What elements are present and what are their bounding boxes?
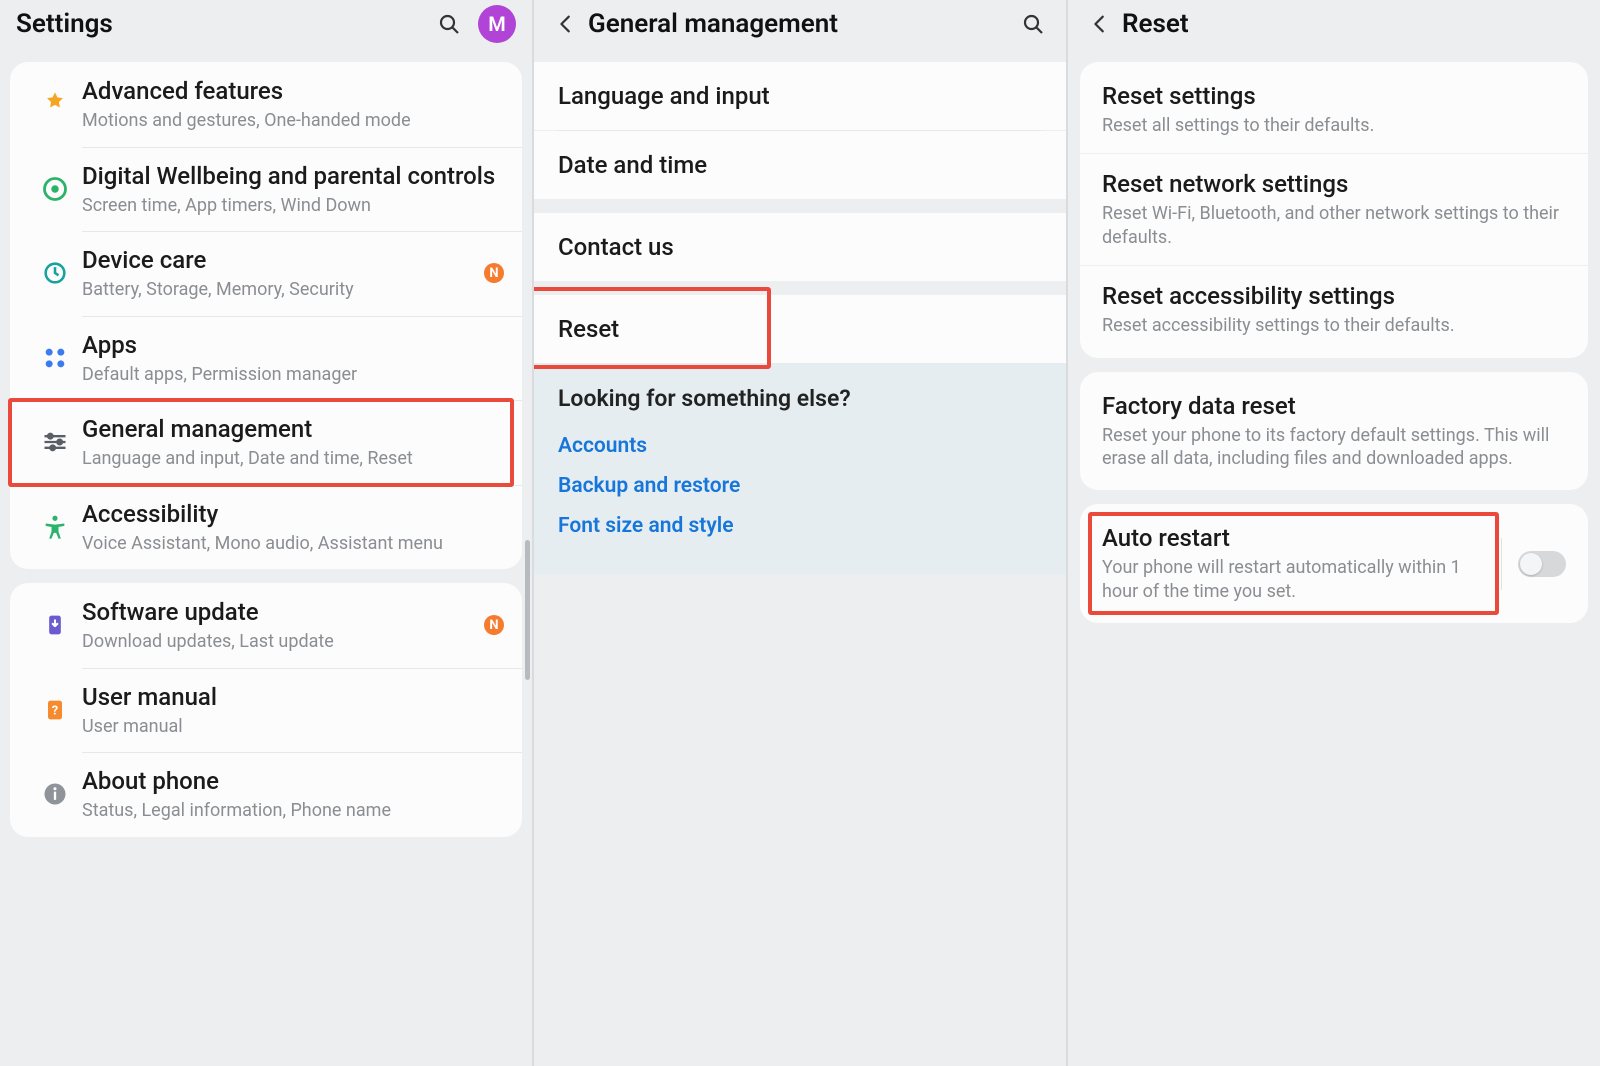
suggest-heading: Looking for something else?	[558, 385, 1042, 412]
reset-panel: Reset Reset settings Reset all settings t…	[1066, 0, 1600, 1066]
row-title: Reset accessibility settings	[1102, 282, 1566, 310]
back-icon[interactable]	[1084, 13, 1116, 35]
profile-avatar[interactable]: M	[478, 5, 516, 43]
row-subtitle: Download updates, Last update	[82, 631, 476, 654]
reset-row-reset-settings[interactable]: Reset settings Reset all settings to thei…	[1080, 66, 1588, 153]
settings-row-about[interactable]: About phone Status, Legal information, Ph…	[10, 752, 522, 837]
row-title: Software update	[82, 597, 476, 627]
settings-header: Settings M	[0, 0, 532, 48]
settings-row-manual[interactable]: ? User manual User manual	[10, 668, 522, 753]
row-title: Reset settings	[1102, 82, 1566, 110]
row-subtitle: Motions and gestures, One-handed mode	[82, 110, 504, 133]
row-subtitle: Reset your phone to its factory default …	[1102, 424, 1566, 471]
row-subtitle: User manual	[82, 716, 504, 739]
back-icon[interactable]	[550, 13, 582, 35]
scrollbar-thumb[interactable]	[525, 540, 530, 680]
settings-row-devicecare[interactable]: Device care Battery, Storage, Memory, Sec…	[10, 231, 522, 316]
row-title: Device care	[82, 245, 476, 275]
row-subtitle: Default apps, Permission manager	[82, 364, 504, 387]
page-title: General management	[588, 9, 838, 39]
devicecare-icon	[28, 259, 82, 287]
settings-row-apps[interactable]: Apps Default apps, Permission manager	[10, 316, 522, 401]
auto-restart-row[interactable]: Auto restart Your phone will restart aut…	[1102, 524, 1485, 603]
row-title: User manual	[82, 682, 504, 712]
settings-row-wellbeing[interactable]: Digital Wellbeing and parental controls S…	[10, 147, 522, 232]
auto-restart-title: Auto restart	[1102, 524, 1485, 552]
manual-icon: ?	[28, 696, 82, 724]
row-title: Accessibility	[82, 499, 504, 529]
looking-for-block: Looking for something else? AccountsBack…	[534, 363, 1066, 574]
notification-badge: N	[484, 263, 504, 283]
settings-panel: Settings M Advanced features Motions and …	[0, 0, 532, 1066]
row-subtitle: Reset Wi-Fi, Bluetooth, and other networ…	[1102, 202, 1566, 249]
row-title: Digital Wellbeing and parental controls	[82, 161, 504, 191]
toggle-separator	[1501, 538, 1502, 590]
auto-restart-toggle[interactable]	[1518, 551, 1566, 577]
settings-group-1: Software update Download updates, Last up…	[10, 583, 522, 837]
general-icon	[28, 428, 82, 456]
reset-row-reset-network-settings[interactable]: Reset network settings Reset Wi-Fi, Bluet…	[1080, 153, 1588, 265]
page-title: Reset	[1122, 9, 1189, 39]
row-title: Reset network settings	[1102, 170, 1566, 198]
row-subtitle: Battery, Storage, Memory, Security	[82, 279, 476, 302]
row-subtitle: Screen time, App timers, Wind Down	[82, 195, 504, 218]
reset-group-1: Reset settings Reset all settings to thei…	[1080, 62, 1588, 358]
general-management-panel: General management Language and inputDat…	[532, 0, 1066, 1066]
apps-icon	[28, 344, 82, 372]
reset-row-reset-accessibility-settings[interactable]: Reset accessibility settings Reset access…	[1080, 265, 1588, 353]
notification-badge: N	[484, 615, 504, 635]
auto-restart-sub: Your phone will restart automatically wi…	[1102, 556, 1485, 603]
row-title: Apps	[82, 330, 504, 360]
svg-text:?: ?	[52, 703, 58, 718]
suggest-link-backup-and-restore[interactable]: Backup and restore	[558, 466, 1042, 506]
row-title: About phone	[82, 766, 504, 796]
settings-row-accessibility[interactable]: Accessibility Voice Assistant, Mono audio…	[10, 485, 522, 570]
suggest-link-accounts[interactable]: Accounts	[558, 426, 1042, 466]
gm-header: General management	[534, 0, 1066, 48]
row-title: Factory data reset	[1102, 392, 1566, 420]
row-subtitle: Language and input, Date and time, Reset	[82, 448, 504, 471]
gm-row-reset[interactable]: Reset	[534, 295, 1066, 363]
reset-header: Reset	[1068, 0, 1600, 48]
advanced-icon	[28, 90, 82, 118]
settings-group-0: Advanced features Motions and gestures, O…	[10, 62, 522, 569]
settings-row-update[interactable]: Software update Download updates, Last up…	[10, 583, 522, 668]
row-subtitle: Reset accessibility settings to their de…	[1102, 314, 1566, 337]
row-title: General management	[82, 414, 504, 444]
gm-row-contact-us[interactable]: Contact us	[534, 213, 1066, 281]
reset-row-factory-data-reset[interactable]: Factory data reset Reset your phone to it…	[1080, 376, 1588, 487]
suggest-link-font-size-and-style[interactable]: Font size and style	[558, 506, 1042, 546]
row-subtitle: Status, Legal information, Phone name	[82, 800, 504, 823]
about-icon	[28, 780, 82, 808]
row-title: Advanced features	[82, 76, 504, 106]
row-subtitle: Reset all settings to their defaults.	[1102, 114, 1566, 137]
search-icon[interactable]	[432, 7, 466, 41]
reset-group-2: Factory data reset Reset your phone to it…	[1080, 372, 1588, 491]
gm-row-date-and-time[interactable]: Date and time	[534, 131, 1066, 199]
update-icon	[28, 611, 82, 639]
gm-row-language-and-input[interactable]: Language and input	[534, 62, 1066, 130]
wellbeing-icon	[28, 175, 82, 203]
search-icon[interactable]	[1016, 7, 1050, 41]
auto-restart-card: Auto restart Your phone will restart aut…	[1080, 504, 1588, 623]
page-title: Settings	[16, 9, 113, 39]
row-subtitle: Voice Assistant, Mono audio, Assistant m…	[82, 533, 504, 556]
settings-row-advanced[interactable]: Advanced features Motions and gestures, O…	[10, 62, 522, 147]
settings-row-general[interactable]: General management Language and input, Da…	[10, 400, 522, 485]
accessibility-icon	[28, 513, 82, 541]
